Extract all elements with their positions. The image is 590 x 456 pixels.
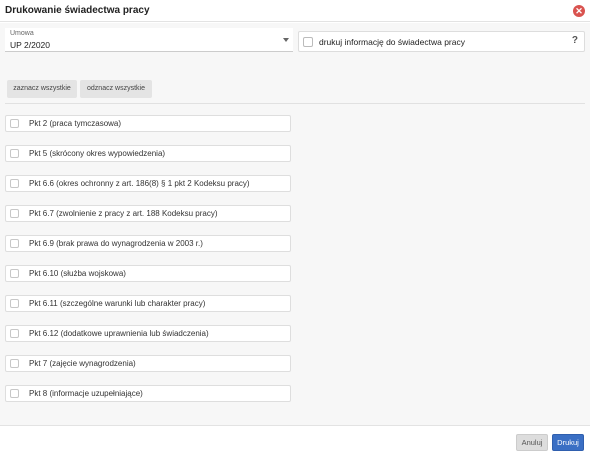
print-info-option: drukuj informację do świadectwa pracy ?: [298, 31, 585, 52]
cancel-button[interactable]: Anuluj: [516, 434, 548, 451]
item-checkbox[interactable]: [10, 179, 19, 188]
list-item[interactable]: Pkt 7 (zajęcie wynagrodzenia): [5, 355, 291, 372]
dialog-title: Drukowanie świadectwa pracy: [5, 5, 150, 16]
list-item[interactable]: Pkt 5 (skrócony okres wypowiedzenia): [5, 145, 291, 162]
item-label: Pkt 7 (zajęcie wynagrodzenia): [29, 359, 136, 368]
item-checkbox[interactable]: [10, 149, 19, 158]
close-icon[interactable]: ✕: [573, 5, 585, 17]
print-info-checkbox[interactable]: [303, 37, 313, 47]
item-label: Pkt 6.10 (służba wojskowa): [29, 269, 126, 278]
dialog-body: Umowa UP 2/2020 drukuj informację do świ…: [0, 23, 590, 425]
deselect-all-button[interactable]: odznacz wszystkie: [80, 80, 152, 98]
item-checkbox[interactable]: [10, 239, 19, 248]
select-all-button[interactable]: zaznacz wszystkie: [7, 80, 77, 98]
print-info-label: drukuj informację do świadectwa pracy: [319, 37, 465, 47]
list-item[interactable]: Pkt 8 (informacje uzupełniające): [5, 385, 291, 402]
item-label: Pkt 2 (praca tymczasowa): [29, 119, 122, 128]
item-label: Pkt 6.6 (okres ochronny z art. 186(8) § …: [29, 179, 250, 188]
print-button[interactable]: Drukuj: [552, 434, 584, 451]
item-label: Pkt 6.7 (zwolnienie z pracy z art. 188 K…: [29, 209, 218, 218]
list-item[interactable]: Pkt 6.6 (okres ochronny z art. 186(8) § …: [5, 175, 291, 192]
contract-select-value: UP 2/2020: [10, 40, 51, 50]
item-checkbox[interactable]: [10, 119, 19, 128]
print-certificate-dialog: Drukowanie świadectwa pracy ✕ Umowa UP 2…: [0, 0, 590, 456]
item-checkbox[interactable]: [10, 389, 19, 398]
item-checkbox[interactable]: [10, 329, 19, 338]
contract-select-label: Umowa: [10, 30, 34, 37]
item-label: Pkt 6.12 (dodatkowe uprawnienia lub świa…: [29, 329, 209, 338]
contract-select[interactable]: Umowa UP 2/2020: [5, 28, 293, 52]
dialog-titlebar: Drukowanie świadectwa pracy ✕: [0, 0, 590, 22]
list-item[interactable]: Pkt 6.10 (służba wojskowa): [5, 265, 291, 282]
item-label: Pkt 6.11 (szczególne warunki lub charakt…: [29, 299, 206, 308]
list-item[interactable]: Pkt 6.7 (zwolnienie z pracy z art. 188 K…: [5, 205, 291, 222]
list-item[interactable]: Pkt 6.12 (dodatkowe uprawnienia lub świa…: [5, 325, 291, 342]
item-checkbox[interactable]: [10, 269, 19, 278]
item-label: Pkt 8 (informacje uzupełniające): [29, 389, 143, 398]
item-checkbox[interactable]: [10, 359, 19, 368]
help-icon[interactable]: ?: [572, 35, 578, 46]
list-item[interactable]: Pkt 2 (praca tymczasowa): [5, 115, 291, 132]
chevron-down-icon[interactable]: [283, 38, 289, 42]
list-item[interactable]: Pkt 6.11 (szczególne warunki lub charakt…: [5, 295, 291, 312]
item-label: Pkt 6.9 (brak prawa do wynagrodzenia w 2…: [29, 239, 203, 248]
list-item[interactable]: Pkt 6.9 (brak prawa do wynagrodzenia w 2…: [5, 235, 291, 252]
dialog-footer: Anuluj Drukuj: [0, 425, 590, 456]
item-checkbox[interactable]: [10, 299, 19, 308]
item-label: Pkt 5 (skrócony okres wypowiedzenia): [29, 149, 166, 158]
divider: [5, 103, 585, 104]
item-checkbox[interactable]: [10, 209, 19, 218]
